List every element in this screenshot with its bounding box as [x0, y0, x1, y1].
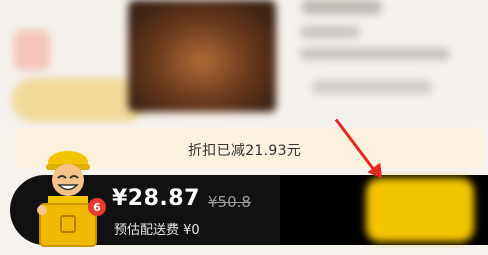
product-title-placeholder [302, 0, 382, 14]
current-price: ¥28.87 [112, 186, 200, 211]
product-desc-placeholder [300, 48, 450, 60]
discount-text: 折扣已减21.93元 [188, 143, 302, 159]
tag-pill [12, 78, 147, 122]
product-price-placeholder [312, 80, 432, 94]
delivery-fee: 预估配送费 ¥0 [114, 223, 200, 238]
thumbnail-placeholder [14, 30, 50, 70]
product-subtitle-placeholder [300, 26, 360, 38]
cart-count-badge: 6 [88, 198, 106, 216]
price-row: ¥28.87 [112, 186, 200, 214]
checkout-button[interactable] [366, 178, 474, 242]
original-price: ¥50.8 [208, 193, 251, 211]
food-image[interactable] [128, 0, 276, 112]
